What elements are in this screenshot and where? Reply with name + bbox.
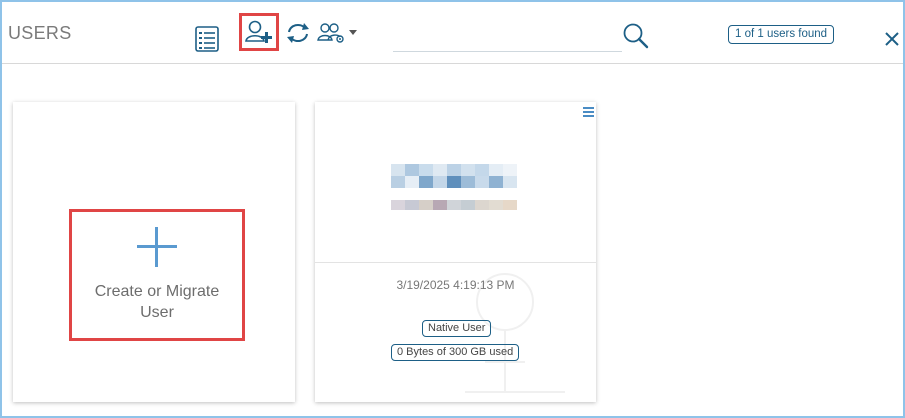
search-input[interactable] bbox=[393, 26, 622, 50]
page-title: USERS bbox=[8, 23, 72, 43]
close-icon[interactable] bbox=[882, 29, 902, 49]
card-menu-icon[interactable] bbox=[583, 106, 595, 118]
user-email-blurred bbox=[391, 200, 517, 210]
search-icon[interactable] bbox=[622, 22, 650, 50]
create-or-migrate-user-button[interactable]: Create or Migrate User bbox=[69, 209, 245, 341]
caret-down-icon[interactable] bbox=[349, 30, 357, 35]
card-divider bbox=[315, 262, 596, 263]
user-groups-icon[interactable] bbox=[317, 21, 345, 45]
users-found-badge: 1 of 1 users found bbox=[728, 25, 835, 44]
create-user-card: Create or Migrate User bbox=[13, 102, 295, 402]
add-user-icon bbox=[245, 20, 272, 43]
sync-icon[interactable] bbox=[285, 22, 311, 44]
user-last-login: 3/19/2025 4:19:13 PM bbox=[396, 278, 515, 292]
add-user-button[interactable] bbox=[239, 13, 279, 51]
user-name-blurred bbox=[391, 164, 517, 188]
users-panel: USERS 1 of 1 users found Create or Migra… bbox=[0, 0, 905, 418]
search-underline bbox=[393, 51, 622, 52]
create-user-label: Create or Migrate User bbox=[94, 283, 220, 321]
user-type-badge: Native User bbox=[422, 320, 492, 337]
storage-usage-badge: 0 Bytes of 300 GB used bbox=[391, 344, 520, 361]
plus-icon bbox=[137, 227, 177, 267]
user-card[interactable]: 3/19/2025 4:19:13 PM Native User 0 Bytes… bbox=[315, 102, 596, 402]
users-header: USERS 1 of 1 users found bbox=[2, 2, 903, 64]
list-view-icon[interactable] bbox=[194, 26, 220, 52]
